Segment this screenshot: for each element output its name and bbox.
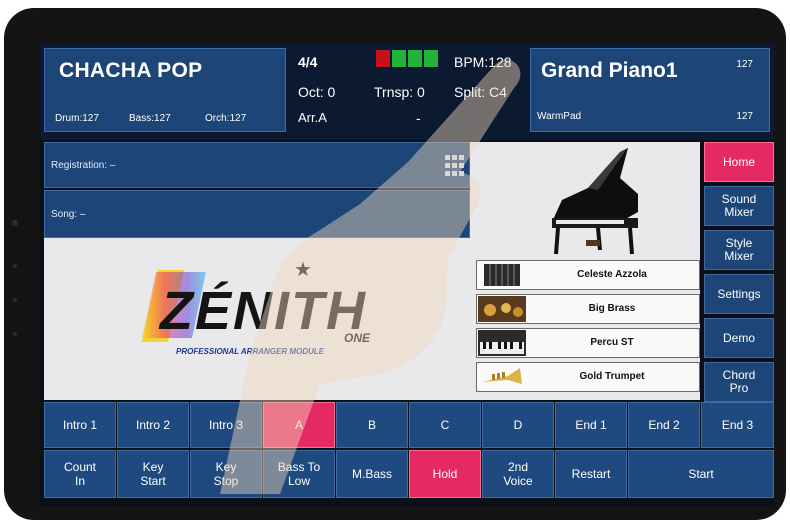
layer-voice-volume: 127	[736, 111, 753, 122]
variation-a-button[interactable]: A	[263, 402, 335, 448]
layer-voice-name: WarmPad	[537, 111, 582, 122]
registration-bar[interactable]: Registration: –	[44, 142, 470, 188]
count-in-button[interactable]: Count In	[44, 450, 116, 498]
style-name: CHACHA POP	[59, 59, 203, 82]
voice-item-label: Gold Trumpet	[579, 371, 645, 382]
variation-c-button[interactable]: C	[409, 402, 481, 448]
logo-area: ZÉNITH ★ ONE PROFESSIONAL ARRANGER MODUL…	[44, 238, 470, 400]
bass-to-low-button[interactable]: Bass To Low	[263, 450, 335, 498]
ending-2-button[interactable]: End 2	[628, 402, 700, 448]
sensor-dot	[13, 298, 17, 302]
orch-volume: Orch:127	[205, 113, 247, 124]
voice-item-label: Celeste Azzola	[577, 269, 647, 280]
voice-panel[interactable]: Grand Piano1 127 WarmPad 127	[530, 48, 770, 132]
ending-1-button[interactable]: End 1	[555, 402, 627, 448]
menu-style-mixer-button[interactable]: Style Mixer	[704, 230, 774, 270]
status-dash: -	[416, 110, 421, 126]
registration-label: Registration: –	[51, 160, 116, 171]
voice-item-label: Percu ST	[590, 337, 634, 348]
beat-led	[424, 50, 438, 67]
brass-icon	[478, 296, 526, 322]
song-bar[interactable]: Song: –	[44, 190, 470, 238]
octave-readout[interactable]: Oct: 0	[298, 84, 335, 100]
logo-sub: ONE	[344, 331, 371, 345]
tablet-frame: CHACHA POP Drum:127 Bass:127 Orch:127 4/…	[4, 8, 786, 520]
app-screen: CHACHA POP Drum:127 Bass:127 Orch:127 4/…	[40, 44, 774, 506]
logo-wordmark: ZÉNITH	[158, 281, 367, 341]
hold-button[interactable]: Hold	[409, 450, 481, 498]
intro-3-button[interactable]: Intro 3	[190, 402, 262, 448]
menu-sound-mixer-button[interactable]: Sound Mixer	[704, 186, 774, 226]
ending-3-button[interactable]: End 3	[701, 402, 774, 448]
variation-d-button[interactable]: D	[482, 402, 554, 448]
sensor-dot	[13, 264, 17, 268]
split-readout[interactable]: Split: C4	[454, 84, 507, 100]
start-button[interactable]: Start	[628, 450, 774, 498]
style-panel[interactable]: CHACHA POP Drum:127 Bass:127 Orch:127	[44, 48, 286, 132]
grand-piano-image[interactable]	[470, 142, 700, 260]
menu-chord-pro-button[interactable]: Chord Pro	[704, 362, 774, 402]
m-bass-button[interactable]: M.Bass	[336, 450, 408, 498]
voice-item-4[interactable]: Gold Trumpet	[476, 362, 700, 392]
voice-item-label: Big Brass	[588, 303, 636, 314]
key-start-button[interactable]: Key Start	[117, 450, 189, 498]
intro-2-button[interactable]: Intro 2	[117, 402, 189, 448]
arrangement-readout: Arr.A	[298, 110, 327, 125]
grid-icon[interactable]	[443, 153, 469, 179]
accordion-icon	[484, 264, 520, 286]
logo-tagline: PROFESSIONAL ARRANGER MODULE	[176, 347, 325, 356]
voice-item-2[interactable]: Big Brass	[476, 294, 700, 324]
variation-b-button[interactable]: B	[336, 402, 408, 448]
camera-dot	[12, 220, 18, 226]
keyboard-icon	[478, 330, 526, 356]
beat-led	[408, 50, 422, 67]
bpm-readout[interactable]: BPM:128	[454, 54, 512, 70]
transpose-readout[interactable]: Trnsp: 0	[374, 84, 425, 100]
beat-led	[376, 50, 390, 67]
voice-name: Grand Piano1	[541, 59, 678, 82]
song-label: Song: –	[51, 209, 86, 220]
intro-1-button[interactable]: Intro 1	[44, 402, 116, 448]
time-signature: 4/4	[298, 54, 318, 70]
beat-led	[392, 50, 406, 67]
menu-settings-button[interactable]: Settings	[704, 274, 774, 314]
second-voice-button[interactable]: 2nd Voice	[482, 450, 554, 498]
svg-text:★: ★	[294, 259, 312, 281]
voice-item-1[interactable]: Celeste Azzola	[476, 260, 700, 290]
key-stop-button[interactable]: Key Stop	[190, 450, 262, 498]
menu-home-button[interactable]: Home	[704, 142, 774, 182]
sensor-dot	[13, 332, 17, 336]
status-header: CHACHA POP Drum:127 Bass:127 Orch:127 4/…	[40, 44, 774, 140]
bass-volume: Bass:127	[129, 113, 171, 124]
voice-volume: 127	[736, 59, 753, 70]
zenith-logo: ZÉNITH ★ ONE PROFESSIONAL ARRANGER MODUL…	[142, 259, 371, 356]
drum-volume: Drum:127	[55, 113, 99, 124]
trumpet-icon	[482, 368, 522, 384]
menu-demo-button[interactable]: Demo	[704, 318, 774, 358]
restart-button[interactable]: Restart	[555, 450, 627, 498]
voice-item-3[interactable]: Percu ST	[476, 328, 700, 358]
